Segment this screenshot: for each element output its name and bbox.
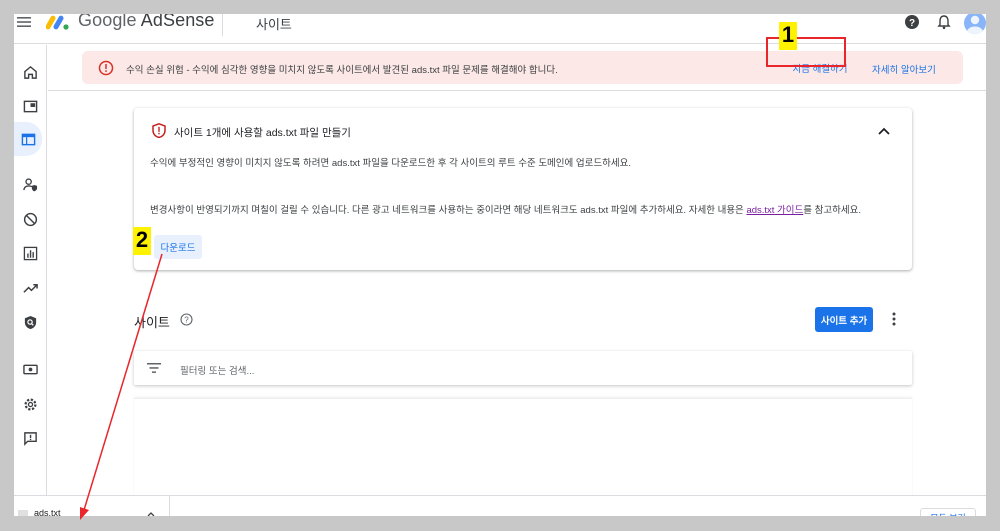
annotation-step-2: 2 — [133, 227, 151, 255]
download-button[interactable]: 다운로드 — [154, 235, 202, 259]
downloaded-file-name: ads.txt — [34, 508, 61, 516]
filter-list-icon — [147, 363, 161, 373]
content-divider — [48, 90, 986, 91]
sites-section-title: 사이트 — [134, 315, 170, 330]
card-instructions: 수익에 부정적인 영향이 미치지 않도록 하려면 ads.txt 파일을 다운로… — [150, 158, 631, 169]
more-vert-icon[interactable] — [887, 311, 901, 327]
sites-table — [134, 398, 912, 498]
card-title: 사이트 1개에 사용할 ads.txt 파일 만들기 — [174, 127, 351, 139]
annotation-step-1: 1 — [779, 22, 797, 50]
sites-filter-bar[interactable]: 필터링 또는 검색... — [134, 351, 912, 385]
sidebar-item-ads[interactable] — [14, 91, 47, 121]
svg-text:?: ? — [184, 316, 189, 325]
add-site-button[interactable]: 사이트 추가 — [815, 307, 873, 332]
learn-more-link[interactable]: 자세히 알아보기 — [872, 62, 936, 76]
chevron-up-icon[interactable] — [876, 123, 892, 139]
sidebar-item-feedback[interactable] — [14, 423, 47, 453]
sidebar-item-settings[interactable] — [14, 389, 47, 419]
download-item[interactable]: ads.txt — [14, 496, 170, 516]
ads-txt-guide-link[interactable]: ads.txt 가이드 — [746, 205, 803, 216]
alert-message: 수익 손실 위험 - 수익에 심각한 영향을 미치지 않도록 사이트에서 발견된… — [126, 65, 558, 76]
annotation-highlight-box — [766, 37, 846, 67]
svg-text:?: ? — [909, 18, 915, 29]
sidebar-item-sites[interactable] — [14, 122, 42, 156]
payments-icon — [23, 364, 38, 374]
show-all-downloads-button[interactable]: 모두 보기 — [920, 508, 976, 516]
person-shield-icon — [23, 177, 38, 191]
feedback-icon — [24, 431, 37, 446]
adsense-logo-icon — [46, 15, 69, 30]
sidebar-nav — [14, 45, 47, 516]
file-icon — [18, 510, 28, 516]
filter-placeholder: 필터링 또는 검색... — [180, 366, 255, 377]
help-outline-icon[interactable]: ? — [180, 313, 193, 326]
avatar-person-icon — [967, 15, 983, 34]
error-icon — [98, 60, 114, 76]
ads-icon — [23, 100, 38, 112]
block-icon — [23, 212, 38, 226]
sidebar-item-optimization[interactable] — [14, 273, 47, 303]
sidebar-item-reports[interactable] — [14, 238, 47, 268]
card-note: 변경사항이 반영되기까지 며칠이 걸릴 수 있습니다. 다른 광고 네트워크를 … — [150, 205, 862, 216]
create-ads-txt-card: 사이트 1개에 사용할 ads.txt 파일 만들기 수익에 부정적인 영향이 … — [134, 108, 912, 270]
notifications-bell-icon[interactable] — [936, 14, 952, 30]
topbar-divider — [222, 14, 223, 36]
account-avatar[interactable] — [964, 14, 986, 34]
warning-shield-icon — [152, 123, 166, 138]
gear-icon — [24, 398, 37, 410]
sidebar-item-payments[interactable] — [14, 354, 47, 384]
page-title: 사이트 — [256, 17, 292, 32]
sites-icon — [21, 133, 35, 145]
trending-up-icon — [23, 283, 38, 293]
sidebar-item-privacy-messaging[interactable] — [14, 169, 47, 199]
browser-downloads-bar: ads.txt 모두 보기 — [14, 495, 986, 516]
sidebar-item-policy-center[interactable] — [14, 307, 47, 337]
home-icon — [24, 65, 37, 79]
chevron-up-icon[interactable] — [146, 510, 156, 516]
policy-shield-icon — [24, 315, 37, 329]
bar-chart-icon — [23, 246, 38, 260]
help-icon[interactable]: ? — [904, 14, 920, 30]
sidebar-item-home[interactable] — [14, 57, 47, 87]
product-logo-text: Google AdSense — [78, 14, 215, 30]
hamburger-menu-icon[interactable] — [16, 14, 32, 30]
sidebar-item-blocking-controls[interactable] — [14, 204, 47, 234]
browser-viewport: Google AdSense 사이트 ? 수익 손실 위험 - 수익에 심각한 … — [14, 14, 986, 516]
